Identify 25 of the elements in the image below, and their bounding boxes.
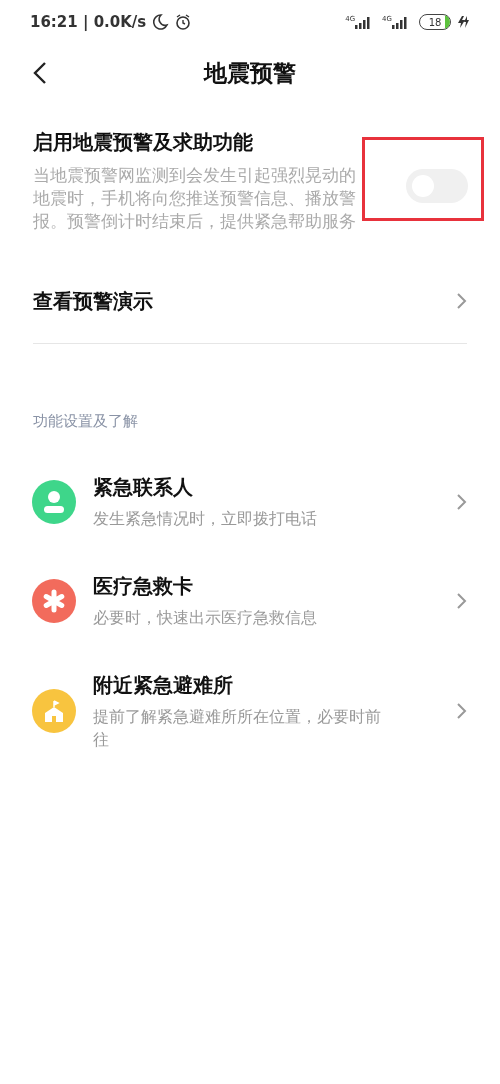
feature-item[interactable]: 紧急联系人 发生紧急情况时，立即拨打电话 [0,473,500,530]
chevron-icon [456,591,468,610]
chevron-icon [456,492,468,511]
section-title: 功能设置及了解 [33,412,139,431]
page-title: 地震预警 [204,58,296,88]
chevron-icon [456,292,468,310]
status-time: 16:21 | 0.0K/s [30,13,147,31]
alarm-icon [174,13,193,31]
demo-link[interactable]: 查看预警演示 [0,281,500,321]
chevron-icon [456,702,468,720]
item-title: 紧急联系人 [93,474,194,501]
setting-title: 启用地震预警及求助功能 [33,129,254,156]
item-title: 附近紧急避难所 [93,672,234,699]
signal-icon [392,17,408,29]
setting-description: 当地震预警网监测到会发生引起强烈晃动的地震时，手机将向您推送预警信息、播放警报。预警倒计时结束后，提供紧急帮助服务 [33,164,357,233]
feature-item[interactable]: 附近紧急避难所 提前了解紧急避难所所在位置，必要时前往 [0,671,500,751]
moon-icon [151,13,170,31]
back-icon [33,61,47,85]
item-subtitle: 必要时，快速出示医疗急救信息 [93,607,318,629]
item-subtitle: 提前了解紧急避难所所在位置，必要时前往 [93,706,382,751]
item-subtitle: 发生紧急情况时，立即拨打电话 [93,508,318,530]
feature-item[interactable]: 医疗急救卡 必要时，快速出示医疗急救信息 [0,572,500,629]
signal-icon [355,17,372,29]
item-title: 医疗急救卡 [93,573,194,600]
charging-icon [456,15,470,29]
